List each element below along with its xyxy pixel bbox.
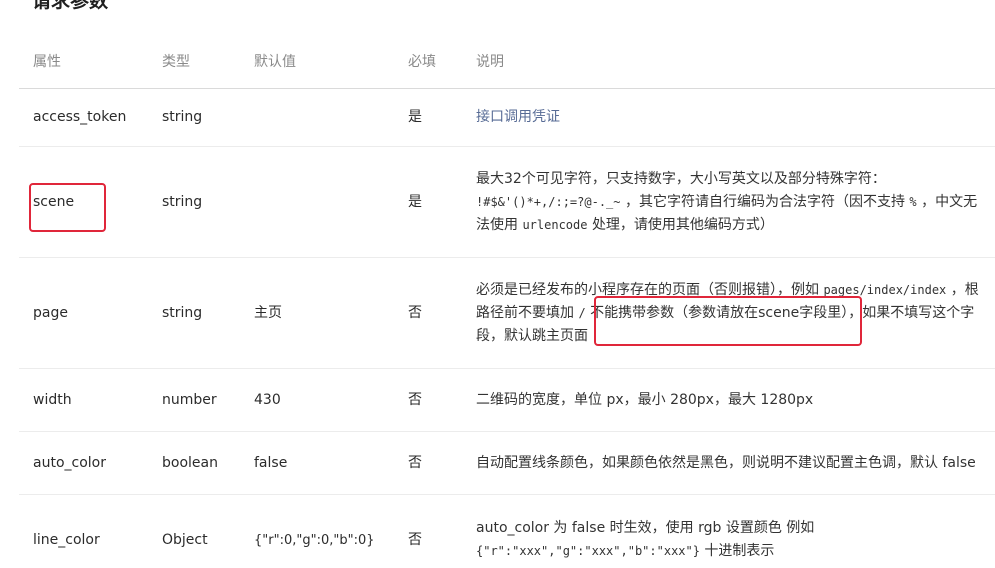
desc-code: urlencode (522, 217, 588, 232)
desc-text: 处理，请使用其他编码方式） (591, 216, 774, 233)
param-default (254, 89, 404, 146)
param-required: 否 (408, 531, 422, 548)
param-type: number (162, 391, 217, 408)
desc-code: !#$&'()*+,/:;=?@-._~ (476, 194, 621, 209)
param-name: access_token (33, 109, 127, 125)
desc-text: 自动配置线条颜色，如果颜色依然是黑色，则说明不建议配置主色调，默认 false (476, 454, 976, 471)
param-type: Object (162, 531, 208, 548)
desc-code: {"r":"xxx","g":"xxx","b":"xxx"} (476, 544, 700, 558)
table-row: line_color Object {"r":0,"g":0,"b":0} 否 … (19, 495, 995, 568)
desc-code: pages/index/index (823, 282, 947, 297)
param-required: 否 (408, 304, 422, 321)
header-required: 必填 (408, 53, 436, 70)
param-description: 最大32个可见字符，只支持数字，大小写英文以及部分特殊字符： !#$&'()*+… (476, 147, 995, 257)
param-default: 主页 (254, 304, 282, 321)
desc-text: 路径前不要填加 (476, 304, 574, 321)
desc-text: ，其它字符请自行编码为合法字符（因不支持 (624, 193, 905, 210)
desc-text: 最大32个可见字符，只支持数字，大小写英文以及部分特殊字符： (476, 170, 886, 187)
header-description: 说明 (476, 53, 504, 70)
desc-text: ，中文无 (921, 193, 978, 210)
param-description: 二维码的宽度，单位 px，最小 280px，最大 1280px (476, 369, 995, 431)
desc-text: 法使用 (476, 216, 518, 233)
desc-text: 十进制表示 (704, 543, 775, 559)
scene-highlight-box (29, 183, 106, 232)
no-params-highlight-box (594, 296, 862, 346)
param-default: {"r":0,"g":0,"b":0} (254, 532, 375, 548)
table-row: access_token string 是 接口调用凭证 (19, 89, 995, 147)
param-required: 是 (408, 193, 422, 210)
param-name: width (33, 391, 72, 408)
param-required: 是 (408, 109, 422, 125)
param-type: boolean (162, 454, 218, 471)
header-type: 类型 (162, 53, 190, 70)
desc-text: 段，默认跳主页面 (476, 327, 588, 344)
desc-text: 二维码的宽度，单位 px，最小 280px，最大 1280px (476, 391, 814, 408)
param-name: page (33, 304, 68, 321)
table-row: width number 430 否 二维码的宽度，单位 px，最小 280px… (19, 369, 995, 432)
desc-text: ，根 (950, 281, 979, 298)
desc-code: % (909, 194, 917, 209)
table-header: 属性 类型 默认值 必填 说明 (19, 36, 995, 89)
param-description: 接口调用凭证 (476, 89, 995, 146)
section-title: 请求参数 (32, 0, 109, 12)
param-default: 430 (254, 391, 281, 408)
param-type: string (162, 304, 203, 321)
param-required: 否 (408, 454, 422, 471)
param-description: 自动配置线条颜色，如果颜色依然是黑色，则说明不建议配置主色调，默认 false (476, 432, 995, 494)
param-default: false (254, 454, 288, 471)
param-name: auto_color (33, 454, 106, 471)
param-default (254, 147, 404, 257)
table-row: scene string 是 最大32个可见字符，只支持数字，大小写英文以及部分… (19, 147, 995, 258)
header-name: 属性 (33, 53, 61, 70)
table-row: auto_color boolean false 否 自动配置线条颜色，如果颜色… (19, 432, 995, 495)
param-type: string (162, 193, 203, 210)
header-default: 默认值 (254, 53, 296, 70)
param-name: line_color (33, 531, 100, 548)
desc-code: / (578, 305, 586, 320)
access-token-link[interactable]: 接口调用凭证 (476, 106, 560, 129)
desc-text: auto_color 为 false 时生效，使用 rgb 设置颜色 例如 (476, 520, 815, 536)
param-description: auto_color 为 false 时生效，使用 rgb 设置颜色 例如 {"… (476, 495, 995, 568)
param-required: 否 (408, 391, 422, 408)
param-type: string (162, 109, 203, 125)
